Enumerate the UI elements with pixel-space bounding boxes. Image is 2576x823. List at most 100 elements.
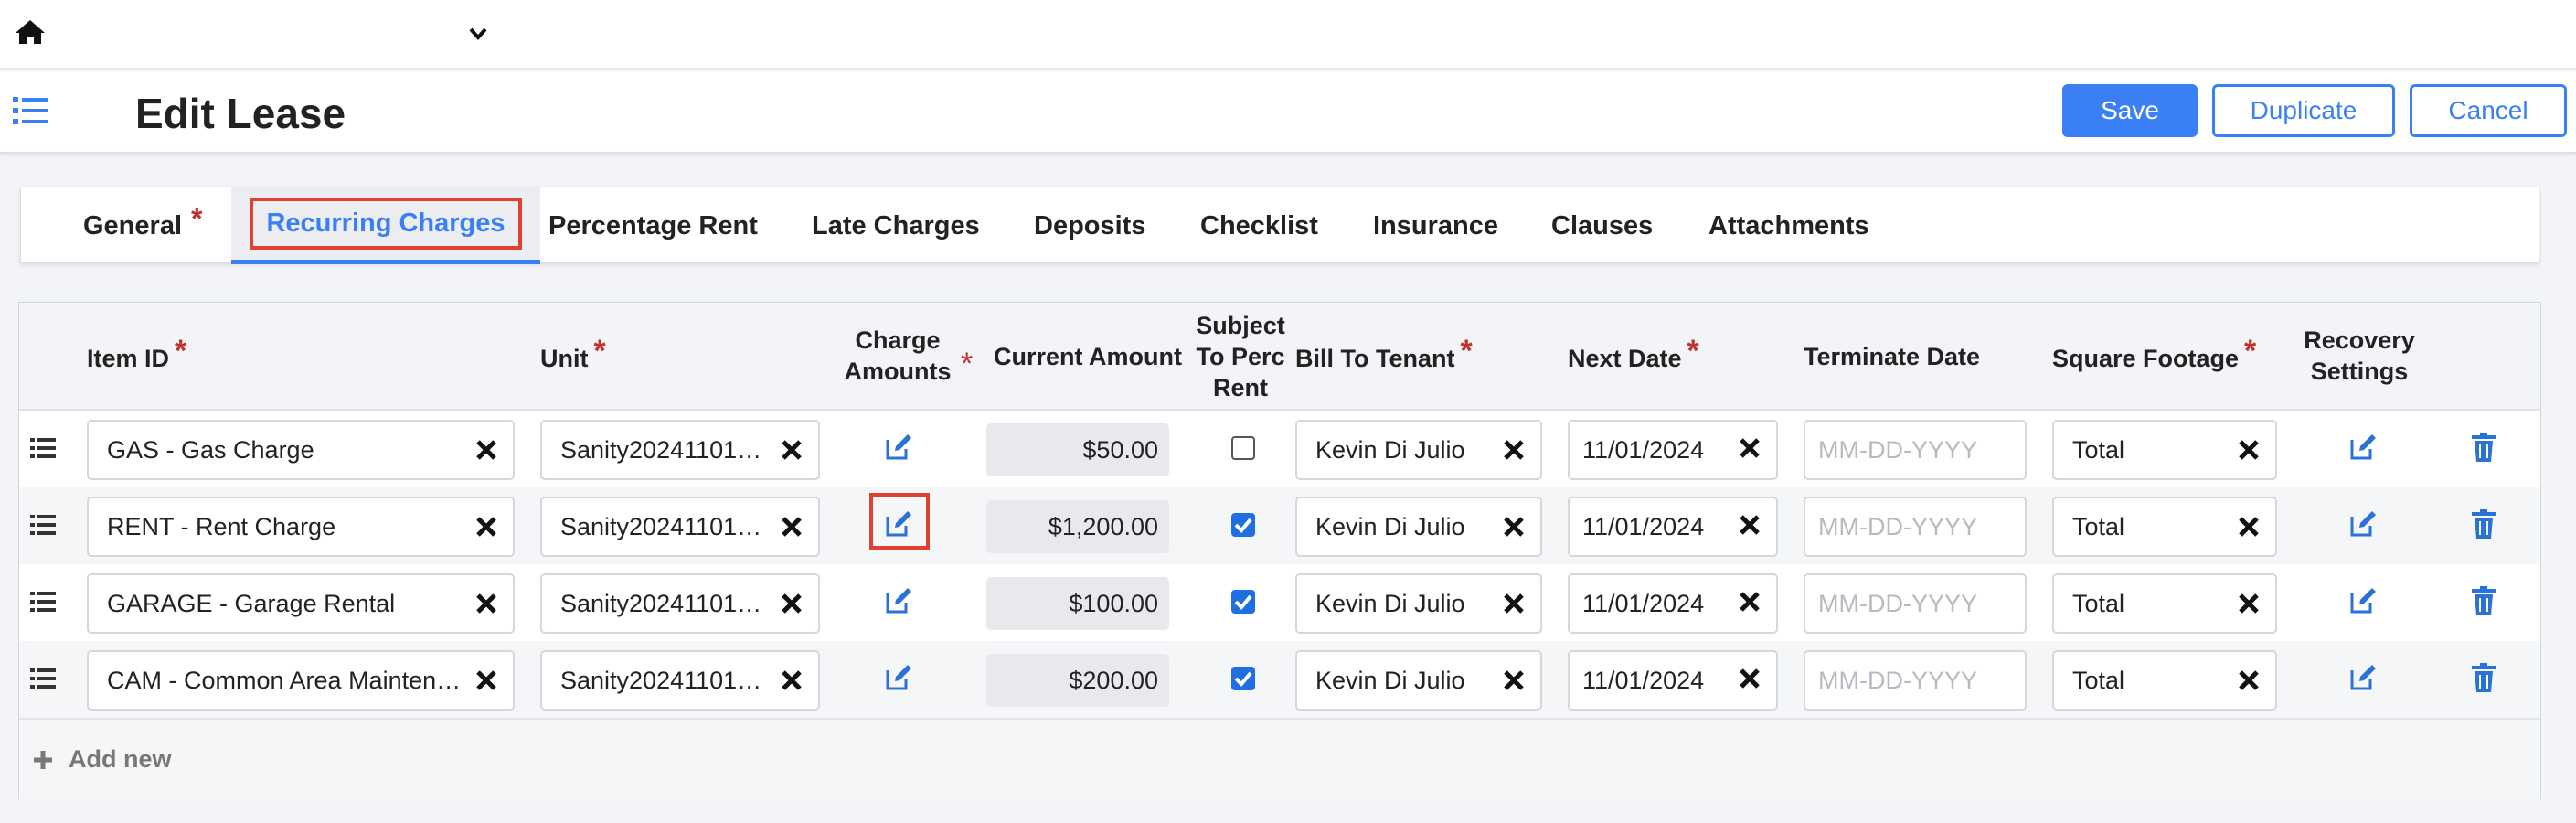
add-new-button[interactable]: Add new: [32, 745, 172, 774]
header-terminate-date: Terminate Date: [1804, 343, 1981, 370]
next-date-field[interactable]: 11/01/2024: [1568, 573, 1778, 634]
edit-icon[interactable]: [884, 586, 913, 615]
next-date-field[interactable]: 11/01/2024: [1568, 420, 1778, 480]
terminate-date-field[interactable]: MM-DD-YYYY: [1804, 497, 2027, 557]
subject-to-perc-rent-checkbox[interactable]: [1231, 513, 1255, 537]
bill-to-tenant-field[interactable]: Kevin Di Julio: [1295, 573, 1542, 634]
table-row: CAM - Common Area Mainten… Sanity2024110…: [19, 641, 2540, 718]
header-recovery-settings: Recovery Settings: [2304, 326, 2415, 385]
tab-recurring-charges[interactable]: Recurring Charges: [231, 187, 540, 264]
edit-icon[interactable]: [884, 433, 913, 462]
tab-percentage-rent[interactable]: Percentage Rent: [548, 187, 758, 264]
edit-icon[interactable]: [2348, 433, 2378, 462]
tab-label: Clauses: [1551, 210, 1654, 240]
tab-general[interactable]: General *: [83, 187, 202, 264]
tab-label: Recurring Charges: [250, 198, 522, 250]
close-icon[interactable]: [1502, 592, 1526, 615]
tab-insurance[interactable]: Insurance: [1373, 187, 1498, 264]
trash-icon[interactable]: [2472, 663, 2496, 692]
close-icon[interactable]: [780, 515, 804, 539]
drag-handle-icon[interactable]: [30, 436, 58, 460]
close-icon[interactable]: [1738, 513, 1762, 537]
drag-handle-icon[interactable]: [30, 513, 58, 537]
subject-to-perc-rent-checkbox[interactable]: [1231, 590, 1255, 614]
header-current-amount: Current Amount: [994, 343, 1182, 370]
square-footage-field[interactable]: Total: [2052, 497, 2277, 557]
tab-deposits[interactable]: Deposits: [1034, 187, 1145, 264]
cancel-button[interactable]: Cancel: [2410, 84, 2567, 137]
table-row: GARAGE - Garage Rental Sanity20241101… $…: [19, 564, 2540, 641]
tab-clauses[interactable]: Clauses: [1551, 187, 1653, 264]
close-icon[interactable]: [1502, 438, 1526, 462]
item-id-field[interactable]: GARAGE - Garage Rental: [87, 573, 515, 634]
home-icon[interactable]: [15, 18, 46, 46]
bill-to-tenant-field[interactable]: Kevin Di Julio: [1295, 497, 1542, 557]
close-icon[interactable]: [780, 592, 804, 615]
page-header: Edit Lease Save Duplicate Cancel: [0, 71, 2576, 154]
trash-icon[interactable]: [2472, 433, 2496, 462]
close-icon[interactable]: [780, 668, 804, 692]
close-icon[interactable]: [2237, 592, 2261, 615]
unit-field[interactable]: Sanity20241101…: [540, 650, 820, 711]
checkmark-icon: [1234, 671, 1252, 687]
tab-label: Deposits: [1034, 210, 1146, 240]
tab-late-charges[interactable]: Late Charges: [812, 187, 980, 264]
terminate-date-field[interactable]: MM-DD-YYYY: [1804, 573, 2027, 634]
plus-icon: [34, 750, 52, 769]
close-icon[interactable]: [2237, 668, 2261, 692]
close-icon[interactable]: [474, 438, 498, 462]
close-icon[interactable]: [1502, 515, 1526, 539]
tab-attachments[interactable]: Attachments: [1708, 187, 1869, 264]
square-footage-field[interactable]: Total: [2052, 573, 2277, 634]
edit-icon[interactable]: [2348, 663, 2378, 692]
chevron-down-icon[interactable]: [468, 26, 488, 42]
close-icon[interactable]: [474, 592, 498, 615]
close-icon[interactable]: [1738, 667, 1762, 690]
list-menu-icon[interactable]: [13, 95, 48, 126]
trash-icon[interactable]: [2472, 586, 2496, 615]
tab-checklist[interactable]: Checklist: [1200, 187, 1318, 264]
unit-field[interactable]: Sanity20241101…: [540, 573, 820, 634]
close-icon[interactable]: [474, 515, 498, 539]
unit-field[interactable]: Sanity20241101…: [540, 497, 820, 557]
table-row: RENT - Rent Charge Sanity20241101… $1,20…: [19, 487, 2540, 564]
duplicate-button[interactable]: Duplicate: [2212, 84, 2395, 137]
terminate-date-field[interactable]: MM-DD-YYYY: [1804, 420, 2027, 480]
close-icon[interactable]: [2237, 438, 2261, 462]
edit-icon[interactable]: [2348, 509, 2378, 539]
header-square-footage: Square Footage *: [2052, 334, 2257, 372]
close-icon[interactable]: [474, 668, 498, 692]
drag-handle-icon[interactable]: [30, 667, 58, 690]
drag-handle-icon[interactable]: [30, 590, 58, 614]
current-amount: $200.00: [986, 654, 1169, 707]
item-id-field[interactable]: CAM - Common Area Mainten…: [87, 650, 515, 711]
close-icon[interactable]: [780, 438, 804, 462]
close-icon[interactable]: [1738, 590, 1762, 614]
header-subject-to-perc-rent: Subject To Perc Rent: [1196, 312, 1285, 401]
unit-field[interactable]: Sanity20241101…: [540, 420, 820, 480]
bill-to-tenant-field[interactable]: Kevin Di Julio: [1295, 650, 1542, 711]
close-icon[interactable]: [2237, 515, 2261, 539]
item-id-field[interactable]: RENT - Rent Charge: [87, 497, 515, 557]
edit-icon[interactable]: [2348, 586, 2378, 615]
subject-to-perc-rent-checkbox[interactable]: [1231, 436, 1255, 460]
close-icon[interactable]: [1502, 668, 1526, 692]
next-date-field[interactable]: 11/01/2024: [1568, 497, 1778, 557]
square-footage-field[interactable]: Total: [2052, 650, 2277, 711]
trash-icon[interactable]: [2472, 509, 2496, 539]
square-footage-field[interactable]: Total: [2052, 420, 2277, 480]
tab-label: Checklist: [1200, 210, 1318, 240]
next-date-field[interactable]: 11/01/2024: [1568, 650, 1778, 711]
save-button[interactable]: Save: [2062, 84, 2198, 137]
required-marker: *: [961, 347, 974, 381]
add-new-label: Add new: [69, 745, 172, 773]
edit-icon[interactable]: [884, 509, 913, 539]
close-icon[interactable]: [1738, 436, 1762, 460]
bill-to-tenant-field[interactable]: Kevin Di Julio: [1295, 420, 1542, 480]
item-id-field[interactable]: GAS - Gas Charge: [87, 420, 515, 480]
tab-label: Percentage Rent: [548, 210, 758, 240]
terminate-date-field[interactable]: MM-DD-YYYY: [1804, 650, 2027, 711]
required-marker: *: [191, 201, 203, 235]
edit-icon[interactable]: [884, 663, 913, 692]
subject-to-perc-rent-checkbox[interactable]: [1231, 667, 1255, 690]
